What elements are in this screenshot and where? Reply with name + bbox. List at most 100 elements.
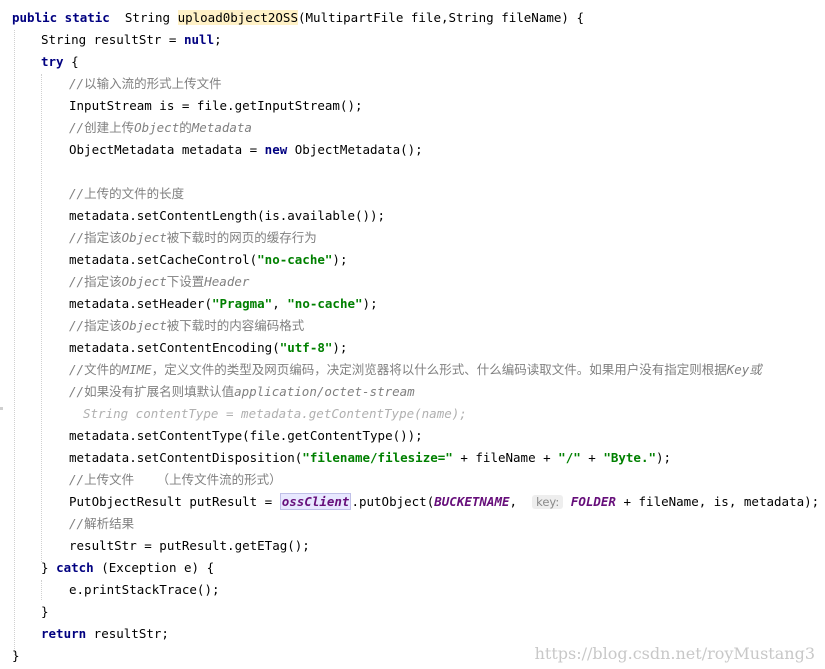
code-text: ObjectMetadata metadata = [69, 142, 265, 157]
comment: 指定该 [84, 230, 122, 245]
code-line-26[interactable]: e.printStackTrace(); [69, 579, 220, 601]
comment: 上传文件 （上传文件流的形式） [84, 472, 282, 487]
code-text: e.printStackTrace(); [69, 582, 220, 597]
code-text: resultStr = putResult.getETag(); [69, 538, 310, 553]
code-line-4[interactable]: //以输入流的形式上传文件 [69, 73, 222, 95]
code-line-1[interactable]: public static String upload0bject2OSS(Mu… [12, 7, 584, 29]
code-line-28[interactable]: return resultStr; [41, 623, 169, 645]
code-text: } [12, 648, 20, 663]
constant: BUCKETNAME [434, 494, 510, 509]
code-text: + fileName, is, metadata); [615, 494, 820, 509]
code-text: metadata.setContentDisposition( [69, 450, 303, 465]
code-text: , [509, 494, 533, 509]
comment: application/octet-stream [234, 384, 415, 399]
code-text: ); [362, 296, 378, 311]
comment: // [69, 120, 85, 135]
comment: 以输入流的形式上传文件 [84, 76, 222, 91]
code-text: ); [332, 252, 348, 267]
keyword: return [41, 626, 87, 641]
code-text: metadata.setContentType(file.getContentT… [69, 428, 423, 443]
comment: 解析结果 [84, 516, 135, 531]
comment: Metadata [191, 120, 252, 135]
gutter-marker [0, 407, 3, 410]
code-line-2[interactable]: String resultStr = null; [41, 29, 222, 51]
string-literal: "utf-8" [279, 340, 333, 355]
code-editor[interactable]: public static String upload0bject2OSS(Mu… [0, 0, 825, 669]
code-text: + [580, 450, 604, 465]
code-line-14[interactable]: //指定该Object被下载时的内容编码格式 [69, 315, 304, 337]
keyword: null [184, 32, 215, 47]
code-line-20[interactable]: metadata.setContentDisposition("filename… [69, 447, 671, 469]
code-line-25[interactable]: } catch (Exception e) { [41, 557, 214, 579]
code-text: InputStream is = file.getInputStream(); [69, 98, 363, 113]
comment: Key或 [726, 362, 762, 377]
comment: Object [121, 274, 167, 289]
code-text: } [41, 560, 57, 575]
code-line-17[interactable]: //如果没有扩展名则填默认值application/octet-stream [69, 381, 415, 403]
code-text: , [272, 296, 288, 311]
comment: // [69, 230, 85, 245]
code-text: (MultipartFile file,String fileName) { [298, 10, 584, 25]
code-line-9[interactable]: metadata.setContentLength(is.available()… [69, 205, 385, 227]
comment: Object [121, 318, 167, 333]
comment: Object [121, 230, 167, 245]
code-text: .putObject( [351, 494, 435, 509]
code-text: ; [214, 32, 222, 47]
code-line-12[interactable]: //指定该Object下设置Header [69, 271, 249, 293]
comment: // [69, 274, 85, 289]
comment: Object [134, 120, 180, 135]
indent-guide [14, 30, 15, 655]
comment: 创建上传 [84, 120, 135, 135]
comment: MIME [121, 362, 152, 377]
code-line-16[interactable]: //文件的MIME，定义文件的类型及网页编码，决定浏览器将以什么形式、什么编码读… [69, 359, 825, 381]
string-literal: "/" [558, 450, 581, 465]
comment: // [69, 362, 85, 377]
code-line-8[interactable]: //上传的文件的长度 [69, 183, 184, 205]
code-text: String resultStr = [41, 32, 184, 47]
code-text: metadata.setContentLength(is.available()… [69, 208, 386, 223]
code-line-11[interactable]: metadata.setCacheControl("no-cache"); [69, 249, 347, 271]
comment: 指定该 [84, 318, 122, 333]
code-text: } [41, 604, 49, 619]
code-text: ObjectMetadata(); [287, 142, 423, 157]
comment: 被下载时的网页的缓存行为 [166, 230, 317, 245]
indent-guide [41, 580, 42, 600]
code-text: { [63, 54, 79, 69]
keyword: catch [56, 560, 94, 575]
comment: 如果没有扩展名则填默认值 [84, 384, 235, 399]
comment: // [69, 384, 85, 399]
code-text: String [109, 10, 178, 25]
string-literal: "Byte." [603, 450, 657, 465]
comment: // [69, 516, 85, 531]
comment: Header [204, 274, 250, 289]
code-line-24[interactable]: resultStr = putResult.getETag(); [69, 535, 310, 557]
code-line-19[interactable]: metadata.setContentType(file.getContentT… [69, 425, 423, 447]
code-line-3[interactable]: try { [41, 51, 79, 73]
watermark: https://blog.csdn.net/royMustang3 [534, 644, 815, 663]
code-line-27[interactable]: } [41, 601, 49, 623]
code-line-5[interactable]: InputStream is = file.getInputStream(); [69, 95, 363, 117]
code-line-18[interactable]: String contentType = metadata.getContent… [83, 403, 467, 425]
code-line-7[interactable]: ObjectMetadata metadata = new ObjectMeta… [69, 139, 423, 161]
code-line-21[interactable]: //上传文件 （上传文件流的形式） [69, 469, 282, 491]
string-literal: "no-cache" [287, 296, 363, 311]
code-line-23[interactable]: //解析结果 [69, 513, 134, 535]
comment: 指定该 [84, 274, 122, 289]
code-line-15[interactable]: metadata.setContentEncoding("utf-8"); [69, 337, 347, 359]
code-text: metadata.setContentEncoding( [69, 340, 280, 355]
code-text: PutObjectResult putResult = [69, 494, 280, 509]
keyword: try [41, 54, 64, 69]
constant: FOLDER [570, 494, 616, 509]
code-line-13[interactable]: metadata.setHeader("Pragma", "no-cache")… [69, 293, 378, 315]
code-line-6[interactable]: //创建上传Object的Metadata [69, 117, 252, 139]
comment: 文件的 [84, 362, 122, 377]
comment: // [69, 318, 85, 333]
string-literal: "filename/filesize=" [302, 450, 453, 465]
code-line-10[interactable]: //指定该Object被下载时的网页的缓存行为 [69, 227, 317, 249]
code-line-22[interactable]: PutObjectResult putResult = ossClient .pu… [69, 491, 819, 513]
unused-code: String contentType = metadata.getContent… [83, 406, 467, 421]
code-line-29[interactable]: } [12, 645, 20, 667]
method-name-highlight: upload0bject2OSS [177, 10, 298, 25]
code-text: (Exception e) { [93, 560, 215, 575]
